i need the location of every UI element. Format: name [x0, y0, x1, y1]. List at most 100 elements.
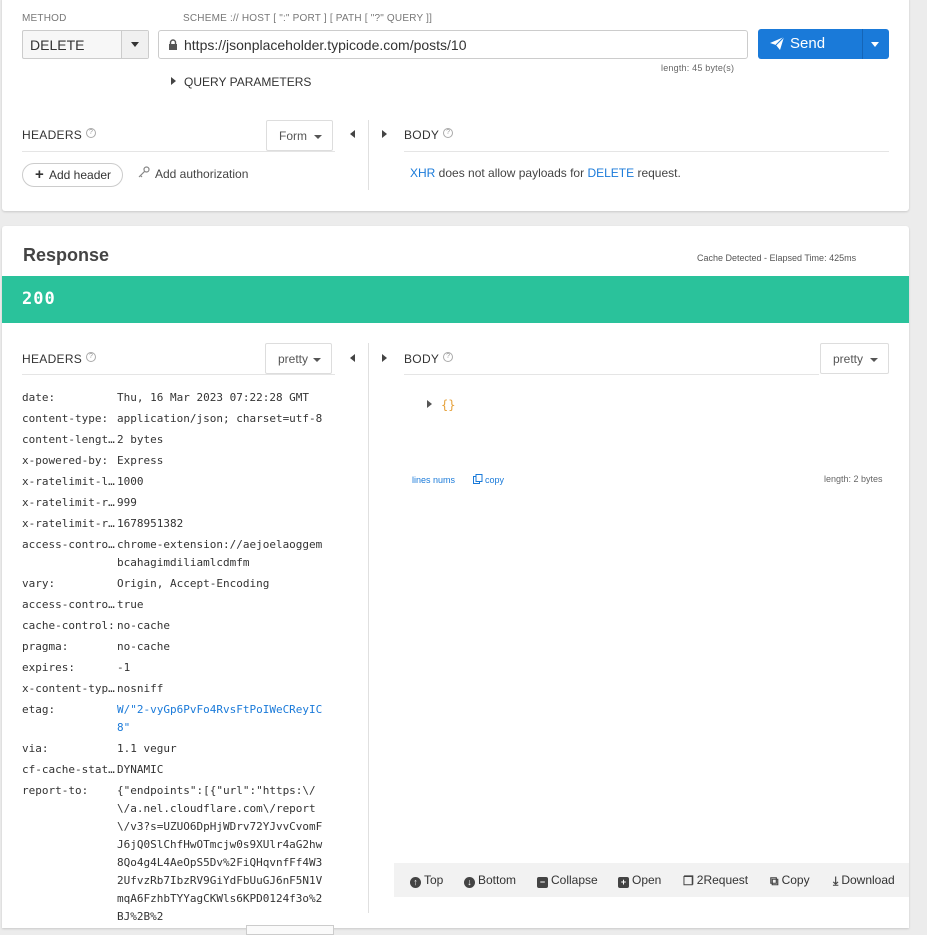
headers-pretty-dropdown[interactable]: pretty: [265, 343, 332, 374]
to-request-button[interactable]: ❐ 2Request: [683, 873, 748, 887]
chevron-down-icon: [314, 135, 322, 139]
query-parameters-label: QUERY PARAMETERS: [184, 75, 312, 89]
help-icon[interactable]: ?: [443, 128, 454, 138]
response-toolbar: ↑ Top ↓ Bottom − Collapse + Open ❐ 2Request ⧉…: [394, 863, 909, 897]
status-bar: 200: [2, 276, 909, 323]
header-value: Express: [117, 454, 164, 467]
header-value: nosniff: [117, 682, 164, 695]
header-value: true: [117, 598, 144, 611]
response-headers-title: HEADERS?: [22, 352, 97, 366]
split-divider[interactable]: [368, 343, 369, 913]
method-link[interactable]: DELETE: [587, 166, 634, 180]
header-value: 1678951382: [117, 517, 184, 530]
header-value: DYNAMIC: [117, 763, 164, 776]
download-label: Download: [841, 873, 895, 887]
arrow-up-icon: ↑: [410, 877, 421, 888]
method-dropdown-toggle[interactable]: [121, 31, 148, 58]
collapse-right-icon[interactable]: [382, 130, 387, 138]
collapse-left-icon[interactable]: [350, 354, 355, 362]
send-label: Send: [790, 35, 826, 52]
collapse-label: Collapse: [551, 873, 598, 887]
header-row: cf-cache-stat… DYNAMIC: [22, 761, 352, 779]
copy-link[interactable]: copy: [473, 474, 504, 485]
header-row: expires: -1: [22, 659, 352, 677]
headers-form-dropdown[interactable]: Form: [266, 120, 333, 151]
send-button[interactable]: Send: [758, 29, 889, 59]
bottom-tab[interactable]: [246, 925, 334, 935]
url-length: length: 45 byte(s): [661, 63, 735, 73]
download-button[interactable]: ⤓ Download: [833, 873, 895, 887]
header-row: access-contro… true: [22, 596, 352, 614]
download-icon: ⤓: [833, 874, 839, 888]
pretty-dropdown-label: pretty: [833, 352, 864, 366]
open-button[interactable]: + Open: [618, 873, 661, 888]
add-header-button[interactable]: + Add header: [22, 163, 123, 187]
header-value: no-cache: [117, 619, 170, 632]
xhr-payload-note: XHR does not allow payloads for DELETE r…: [410, 166, 681, 180]
xhr-note-text-end: request.: [634, 166, 681, 180]
response-panel: Response Cache Detected - Elapsed Time: …: [2, 226, 909, 928]
header-row: via: 1.1 vegur: [22, 740, 352, 758]
copy-label: Copy: [781, 873, 810, 887]
header-value[interactable]: W/"2-vyGp6PvFo4RvsFtPoIWeCReyIC8": [117, 701, 327, 737]
expand-arrow-icon[interactable]: [427, 400, 432, 408]
header-key: content-type:: [22, 412, 109, 425]
request-body-title: BODY?: [404, 128, 454, 142]
header-value: 1.1 vegur: [117, 742, 177, 755]
header-value: Thu, 16 Mar 2023 07:22:28 GMT: [117, 391, 310, 404]
header-key: expires:: [22, 661, 75, 674]
body-pretty-dropdown[interactable]: pretty: [820, 343, 889, 374]
header-key: x-ratelimit-r…: [22, 517, 115, 530]
header-key: via:: [22, 742, 49, 755]
top-label: Top: [424, 873, 444, 887]
xhr-note-text: does not allow payloads for: [435, 166, 588, 180]
header-row: report-to: {"endpoints":[{"url":"https:\/…: [22, 782, 352, 926]
collapse-left-icon[interactable]: [350, 130, 355, 138]
collapse-right-icon[interactable]: [382, 354, 387, 362]
chevron-down-icon: [131, 42, 139, 47]
expand-arrow-icon: [171, 77, 176, 85]
header-value: application/json; charset=utf-8: [117, 412, 323, 425]
paper-plane-icon: [770, 37, 784, 50]
response-body-title: BODY?: [404, 352, 454, 366]
method-select[interactable]: DELETE: [22, 30, 149, 59]
response-headers-label: HEADERS: [22, 352, 83, 366]
top-button[interactable]: ↑ Top: [410, 873, 443, 888]
response-body-label: BODY: [404, 352, 440, 366]
line-numbers-toggle[interactable]: lines nums: [412, 475, 455, 485]
header-key: vary:: [22, 577, 56, 590]
divider: [22, 374, 335, 375]
plus-square-icon: +: [618, 877, 629, 888]
divider: [404, 374, 819, 375]
header-key: x-powered-by:: [22, 454, 109, 467]
pretty-dropdown-label: pretty: [278, 352, 309, 366]
collapse-button[interactable]: − Collapse: [537, 873, 598, 888]
header-key: pragma:: [22, 640, 69, 653]
header-row: access-contro… chrome-extension://aejoela…: [22, 536, 352, 572]
scheme-label: SCHEME :// HOST [ ":" PORT ] [ PATH [ "?…: [183, 13, 433, 24]
url-input[interactable]: https://jsonplaceholder.typicode.com/pos…: [158, 30, 748, 59]
send-divider: [862, 29, 863, 59]
send-options-chevron-icon[interactable]: [871, 42, 879, 47]
header-value: Origin, Accept-Encoding: [117, 577, 270, 590]
help-icon[interactable]: ?: [86, 352, 97, 362]
header-row: vary: Origin, Accept-Encoding: [22, 575, 352, 593]
bottom-button[interactable]: ↓ Bottom: [464, 873, 516, 888]
header-key: etag:: [22, 703, 56, 716]
request-body-label: BODY: [404, 128, 440, 142]
copy-button[interactable]: ⧉ Copy: [770, 873, 810, 887]
split-divider[interactable]: [368, 120, 369, 190]
method-label: METHOD: [22, 13, 67, 24]
copy-icon: [473, 474, 483, 484]
header-value: 999: [117, 496, 137, 509]
help-icon[interactable]: ?: [86, 128, 97, 138]
add-authorization-link[interactable]: Add authorization: [138, 166, 248, 181]
files-icon: ❐: [683, 874, 694, 888]
header-key: content-lengt…: [22, 433, 115, 446]
header-key: cf-cache-stat…: [22, 763, 115, 776]
help-icon[interactable]: ?: [443, 352, 454, 362]
query-parameters-toggle[interactable]: QUERY PARAMETERS: [171, 75, 311, 89]
request-headers-label: HEADERS: [22, 128, 83, 142]
xhr-link[interactable]: XHR: [410, 166, 435, 180]
json-tree-root[interactable]: {}: [427, 398, 455, 412]
